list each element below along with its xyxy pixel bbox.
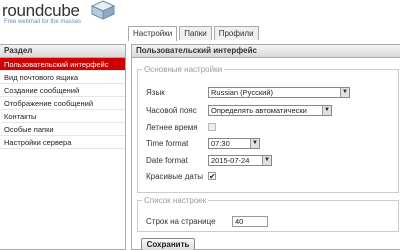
cube-icon <box>90 0 116 20</box>
chevron-down-icon: ▼ <box>250 138 259 148</box>
sidebar-item-message-display[interactable]: Отображение сообщений <box>0 97 125 110</box>
language-value: Russian (Русский) <box>211 87 274 97</box>
list-options-legend: Список настроек <box>144 196 207 205</box>
settings-tabs: Настройки Папки Профили <box>128 26 261 41</box>
sidebar-item-contacts[interactable]: Контакты <box>0 110 125 123</box>
date-format-row: Date format 2015-07-24 ▼ <box>146 154 272 166</box>
rows-per-page-row: Строк на странице 40 <box>146 215 268 227</box>
sidebar-item-compose[interactable]: Создание сообщений <box>0 84 125 97</box>
dst-label: Летнее время <box>146 122 198 132</box>
chevron-down-icon: ▼ <box>262 155 271 165</box>
list-options-group: Список настроек Строк на странице 40 <box>137 196 399 232</box>
settings-panel: Пользовательский интерфейс Основные наст… <box>131 44 400 250</box>
timezone-select[interactable]: Определять автоматически ▼ <box>208 104 332 116</box>
language-label: Язык <box>146 87 165 97</box>
roundcube-logo[interactable]: roundcube Free webmail for the masses <box>2 0 120 26</box>
timezone-row: Часовой пояс Определять автоматически ▼ <box>146 104 332 116</box>
sidebar-item-special-folders[interactable]: Особые папки <box>0 123 125 136</box>
sections-panel: Раздел Пользовательский интерфейс Вид по… <box>0 44 126 250</box>
logo-wordmark: roundcube <box>2 1 80 20</box>
dst-checkbox[interactable] <box>208 123 216 131</box>
date-format-value: 2015-07-24 <box>211 155 250 165</box>
logo-tagline: Free webmail for the masses <box>4 19 82 25</box>
time-format-value: 07:30 <box>211 138 230 148</box>
pretty-dates-checkbox[interactable]: ✔ <box>208 172 216 181</box>
language-select[interactable]: Russian (Русский) ▼ <box>208 86 350 98</box>
settings-header: Пользовательский интерфейс <box>132 45 400 58</box>
main-options-group: Основные настройки Язык Russian (Русский… <box>137 65 399 193</box>
pretty-dates-row: Красивые даты ✔ <box>146 170 216 182</box>
main-options-legend: Основные настройки <box>144 65 223 74</box>
sidebar-item-mailbox-view[interactable]: Вид почтового ящика <box>0 71 125 84</box>
sections-header: Раздел <box>0 45 125 58</box>
rows-per-page-input[interactable]: 40 <box>232 215 268 227</box>
chevron-down-icon: ▼ <box>340 87 349 97</box>
time-format-select[interactable]: 07:30 ▼ <box>208 137 260 149</box>
save-button[interactable]: Сохранить <box>141 238 195 250</box>
dst-row: Летнее время <box>146 121 216 133</box>
language-row: Язык Russian (Русский) ▼ <box>146 86 350 98</box>
date-format-label: Date format <box>146 155 188 165</box>
rows-per-page-label: Строк на странице <box>146 216 216 226</box>
time-format-row: Time format 07:30 ▼ <box>146 137 260 149</box>
checkmark-icon: ✔ <box>209 172 216 181</box>
date-format-select[interactable]: 2015-07-24 ▼ <box>208 154 272 166</box>
sidebar-item-user-interface[interactable]: Пользовательский интерфейс <box>0 58 125 71</box>
tab-folders[interactable]: Папки <box>179 26 212 40</box>
timezone-value: Определять автоматически <box>211 105 307 115</box>
tab-settings[interactable]: Настройки <box>128 26 178 41</box>
sidebar-item-server-settings[interactable]: Настройки сервера <box>0 136 125 149</box>
pretty-dates-label: Красивые даты <box>146 171 204 181</box>
time-format-label: Time format <box>146 138 189 148</box>
chevron-down-icon: ▼ <box>322 105 331 115</box>
tab-identities[interactable]: Профили <box>213 26 259 40</box>
timezone-label: Часовой пояс <box>146 105 197 115</box>
